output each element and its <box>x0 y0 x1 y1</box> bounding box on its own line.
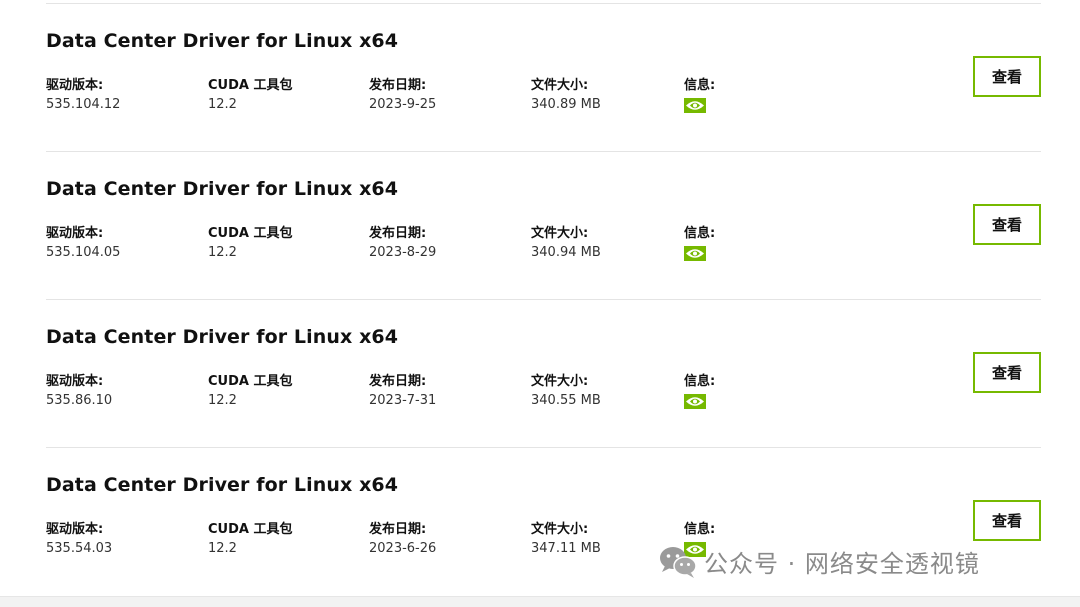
watermark-text: 公众号 · 网络安全透视镜 <box>704 550 980 578</box>
view-button[interactable]: 查看 <box>973 500 1041 541</box>
driver-title: Data Center Driver for Linux x64 <box>46 326 399 348</box>
view-button[interactable]: 查看 <box>973 204 1041 245</box>
info-label: 信息: <box>684 78 716 93</box>
file-size-value: 347.11 MB <box>531 541 601 556</box>
release-date-value: 2023-6-26 <box>369 541 437 556</box>
wechat-icon <box>660 546 697 578</box>
file-size-label: 文件大小: <box>531 226 589 241</box>
cuda-field: CUDA 工具包 12.2 <box>208 74 292 112</box>
driver-version-label: 驱动版本: <box>46 226 104 241</box>
driver-title: Data Center Driver for Linux x64 <box>46 474 399 496</box>
driver-version-value: 535.54.03 <box>46 541 113 556</box>
driver-version-label: 驱动版本: <box>46 78 104 93</box>
cuda-value: 12.2 <box>208 245 237 260</box>
file-size-field: 文件大小: 340.89 MB <box>531 74 601 112</box>
cuda-field: CUDA 工具包 12.2 <box>208 518 292 556</box>
driver-row: Data Center Driver for Linux x64 驱动版本: 5… <box>46 300 1041 448</box>
cuda-label: CUDA 工具包 <box>208 226 293 241</box>
bottom-bar <box>0 596 1080 607</box>
file-size-label: 文件大小: <box>531 374 589 389</box>
nvidia-eye-icon[interactable] <box>684 246 706 261</box>
driver-version-value: 535.104.12 <box>46 97 121 112</box>
cuda-field: CUDA 工具包 12.2 <box>208 370 292 408</box>
info-field: 信息: <box>684 370 715 409</box>
cuda-label: CUDA 工具包 <box>208 78 293 93</box>
release-date-value: 2023-9-25 <box>369 97 437 112</box>
view-button[interactable]: 查看 <box>973 352 1041 393</box>
cuda-value: 12.2 <box>208 97 237 112</box>
watermark: 公众号 · 网络安全透视镜 <box>658 544 980 579</box>
driver-version-label: 驱动版本: <box>46 374 104 389</box>
file-size-field: 文件大小: 340.94 MB <box>531 222 601 260</box>
release-date-field: 发布日期: 2023-9-25 <box>369 74 436 112</box>
cuda-field: CUDA 工具包 12.2 <box>208 222 292 260</box>
release-date-label: 发布日期: <box>369 374 427 389</box>
file-size-label: 文件大小: <box>531 522 589 537</box>
driver-version-field: 驱动版本: 535.86.10 <box>46 370 112 408</box>
cuda-label: CUDA 工具包 <box>208 374 293 389</box>
file-size-label: 文件大小: <box>531 78 589 93</box>
driver-title: Data Center Driver for Linux x64 <box>46 30 399 52</box>
file-size-field: 文件大小: 340.55 MB <box>531 370 601 408</box>
driver-version-value: 535.104.05 <box>46 245 121 260</box>
release-date-label: 发布日期: <box>369 522 427 537</box>
release-date-field: 发布日期: 2023-7-31 <box>369 370 436 408</box>
info-label: 信息: <box>684 522 716 537</box>
file-size-value: 340.94 MB <box>531 245 601 260</box>
file-size-field: 文件大小: 347.11 MB <box>531 518 601 556</box>
driver-row: Data Center Driver for Linux x64 驱动版本: 5… <box>46 4 1041 152</box>
view-button[interactable]: 查看 <box>973 56 1041 97</box>
file-size-value: 340.55 MB <box>531 393 601 408</box>
info-label: 信息: <box>684 374 716 389</box>
cuda-label: CUDA 工具包 <box>208 522 293 537</box>
file-size-value: 340.89 MB <box>531 97 601 112</box>
driver-version-value: 535.86.10 <box>46 393 113 408</box>
driver-version-field: 驱动版本: 535.104.12 <box>46 74 120 112</box>
nvidia-eye-icon[interactable] <box>684 394 706 409</box>
release-date-field: 发布日期: 2023-8-29 <box>369 222 436 260</box>
info-field: 信息: <box>684 74 715 113</box>
driver-row: Data Center Driver for Linux x64 驱动版本: 5… <box>46 152 1041 300</box>
release-date-label: 发布日期: <box>369 226 427 241</box>
info-field: 信息: <box>684 222 715 261</box>
driver-title: Data Center Driver for Linux x64 <box>46 178 399 200</box>
info-label: 信息: <box>684 226 716 241</box>
nvidia-eye-icon[interactable] <box>684 98 706 113</box>
cuda-value: 12.2 <box>208 393 237 408</box>
release-date-field: 发布日期: 2023-6-26 <box>369 518 436 556</box>
release-date-value: 2023-8-29 <box>369 245 437 260</box>
cuda-value: 12.2 <box>208 541 237 556</box>
release-date-value: 2023-7-31 <box>369 393 437 408</box>
release-date-label: 发布日期: <box>369 78 427 93</box>
driver-version-field: 驱动版本: 535.104.05 <box>46 222 120 260</box>
driver-version-field: 驱动版本: 535.54.03 <box>46 518 112 556</box>
driver-version-label: 驱动版本: <box>46 522 104 537</box>
